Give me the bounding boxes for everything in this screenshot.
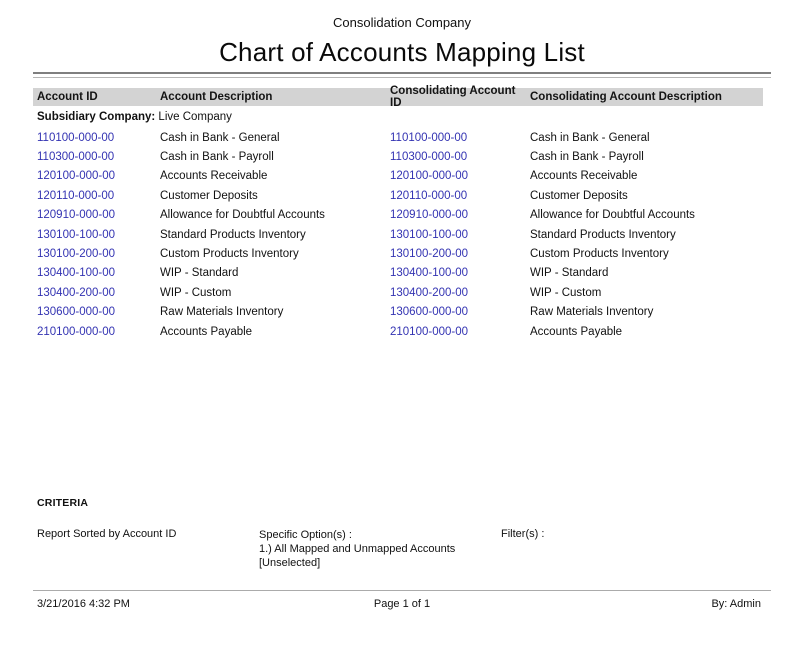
consolidating-account-description: Custom Products Inventory — [529, 248, 763, 260]
column-header-account-id: Account ID — [33, 91, 159, 103]
account-description: Cash in Bank - General — [159, 132, 389, 144]
consolidating-account-description: Allowance for Doubtful Accounts — [529, 209, 763, 221]
account-description: Accounts Receivable — [159, 170, 389, 182]
table-row: 120910-000-00 Allowance for Doubtful Acc… — [33, 206, 763, 225]
criteria-heading: CRITERIA — [37, 497, 771, 509]
consolidating-account-id-link[interactable]: 130100-200-00 — [389, 248, 529, 260]
account-description: Customer Deposits — [159, 190, 389, 202]
report-sorted-by: Report Sorted by Account ID — [37, 528, 259, 540]
table-row: 120110-000-00 Customer Deposits 120110-0… — [33, 186, 763, 205]
account-description: Accounts Payable — [159, 326, 389, 338]
report-page: Consolidation Company Chart of Accounts … — [0, 0, 804, 672]
specific-option-state: [Unselected] — [259, 556, 501, 570]
account-description: Raw Materials Inventory — [159, 306, 389, 318]
account-id-link[interactable]: 120100-000-00 — [33, 170, 159, 182]
account-id-link[interactable]: 110300-000-00 — [33, 151, 159, 163]
account-id-link[interactable]: 130400-100-00 — [33, 267, 159, 279]
account-description: Allowance for Doubtful Accounts — [159, 209, 389, 221]
account-id-link[interactable]: 130600-000-00 — [33, 306, 159, 318]
account-id-link[interactable]: 110100-000-00 — [33, 132, 159, 144]
consolidating-account-description: Accounts Payable — [529, 326, 763, 338]
footer-printed-by: By: Admin — [525, 598, 771, 610]
consolidating-account-description: Cash in Bank - Payroll — [529, 151, 763, 163]
page-title: Chart of Accounts Mapping List — [0, 36, 804, 68]
footer-row: 3/21/2016 4:32 PM Page 1 of 1 By: Admin — [33, 591, 771, 610]
table-row: 120100-000-00 Accounts Receivable 120100… — [33, 167, 763, 186]
column-header-account-description: Account Description — [159, 91, 389, 103]
consolidating-account-id-link[interactable]: 120910-000-00 — [389, 209, 529, 221]
consolidating-account-description: Standard Products Inventory — [529, 229, 763, 241]
consolidating-account-description: WIP - Standard — [529, 267, 763, 279]
specific-option-item: 1.) All Mapped and Unmapped Accounts — [259, 542, 501, 556]
account-description: Standard Products Inventory — [159, 229, 389, 241]
account-description: Custom Products Inventory — [159, 248, 389, 260]
consolidating-account-id-link[interactable]: 120100-000-00 — [389, 170, 529, 182]
specific-options-label: Specific Option(s) : — [259, 528, 501, 542]
account-id-link[interactable]: 120110-000-00 — [33, 190, 159, 202]
account-id-link[interactable]: 130100-100-00 — [33, 229, 159, 241]
account-id-link[interactable]: 130400-200-00 — [33, 287, 159, 299]
filters-label: Filter(s) : — [501, 528, 771, 540]
accounts-mapping-table: Account ID Account Description Consolida… — [33, 88, 763, 341]
report-footer: 3/21/2016 4:32 PM Page 1 of 1 By: Admin — [33, 590, 771, 610]
table-header-row: Account ID Account Description Consolida… — [33, 88, 763, 106]
column-header-consolidating-account-id: Consolidating Account ID — [389, 85, 529, 109]
consolidating-account-id-link[interactable]: 130400-200-00 — [389, 287, 529, 299]
table-row: 210100-000-00 Accounts Payable 210100-00… — [33, 322, 763, 341]
account-id-link[interactable]: 130100-200-00 — [33, 248, 159, 260]
footer-page-number: Page 1 of 1 — [279, 598, 525, 610]
consolidating-account-description: Customer Deposits — [529, 190, 763, 202]
table-row: 130100-200-00 Custom Products Inventory … — [33, 244, 763, 263]
report-header: Consolidation Company Chart of Accounts … — [0, 14, 804, 68]
table-row: 130600-000-00 Raw Materials Inventory 13… — [33, 303, 763, 322]
consolidating-account-description: Raw Materials Inventory — [529, 306, 763, 318]
account-description: Cash in Bank - Payroll — [159, 151, 389, 163]
table-row: 110300-000-00 Cash in Bank - Payroll 110… — [33, 147, 763, 166]
consolidating-account-id-link[interactable]: 210100-000-00 — [389, 326, 529, 338]
account-description: WIP - Standard — [159, 267, 389, 279]
specific-options: Specific Option(s) : 1.) All Mapped and … — [259, 528, 501, 570]
account-id-link[interactable]: 120910-000-00 — [33, 209, 159, 221]
consolidating-account-id-link[interactable]: 130100-100-00 — [389, 229, 529, 241]
company-name: Consolidation Company — [0, 14, 804, 32]
consolidating-account-description: Accounts Receivable — [529, 170, 763, 182]
table-row: 130100-100-00 Standard Products Inventor… — [33, 225, 763, 244]
column-header-consolidating-account-description: Consolidating Account Description — [529, 91, 763, 103]
account-description: WIP - Custom — [159, 287, 389, 299]
consolidating-account-id-link[interactable]: 110100-000-00 — [389, 132, 529, 144]
subsidiary-group-row: Subsidiary Company: Live Company — [33, 106, 763, 128]
subsidiary-company: Subsidiary Company: Live Company — [33, 111, 232, 123]
account-id-link[interactable]: 210100-000-00 — [33, 326, 159, 338]
consolidating-account-description: WIP - Custom — [529, 287, 763, 299]
criteria-section: CRITERIA Report Sorted by Account ID Spe… — [37, 497, 771, 570]
consolidating-account-id-link[interactable]: 130400-100-00 — [389, 267, 529, 279]
subsidiary-company-value: Live Company — [158, 111, 232, 123]
consolidating-account-description: Cash in Bank - General — [529, 132, 763, 144]
table-row: 110100-000-00 Cash in Bank - General 110… — [33, 128, 763, 147]
divider-line-dark — [33, 72, 771, 74]
footer-datetime: 3/21/2016 4:32 PM — [33, 598, 279, 610]
consolidating-account-id-link[interactable]: 120110-000-00 — [389, 190, 529, 202]
divider-line-light — [33, 77, 771, 78]
criteria-columns: Report Sorted by Account ID Specific Opt… — [37, 528, 771, 570]
consolidating-account-id-link[interactable]: 130600-000-00 — [389, 306, 529, 318]
table-row: 130400-100-00 WIP - Standard 130400-100-… — [33, 264, 763, 283]
subsidiary-company-label: Subsidiary Company: — [37, 111, 155, 123]
table-row: 130400-200-00 WIP - Custom 130400-200-00… — [33, 283, 763, 302]
consolidating-account-id-link[interactable]: 110300-000-00 — [389, 151, 529, 163]
header-divider — [33, 72, 771, 78]
